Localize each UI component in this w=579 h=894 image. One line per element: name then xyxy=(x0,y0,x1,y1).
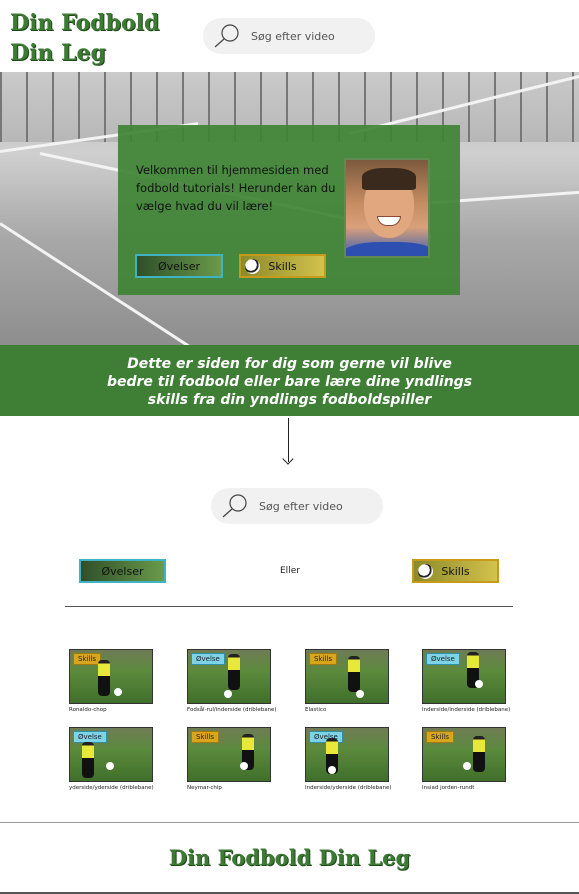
football-icon xyxy=(418,564,433,579)
ball-figure xyxy=(106,762,114,770)
video-thumbnail[interactable]: Skills xyxy=(305,649,389,704)
hero-skills-button[interactable]: Skills xyxy=(239,254,326,278)
footer-title: Din Fodbold Din Leg xyxy=(168,845,411,870)
search-icon xyxy=(209,18,243,54)
ball-figure xyxy=(475,680,483,688)
video-thumbnail[interactable]: Øvelse xyxy=(305,727,389,782)
footer-divider xyxy=(0,822,579,823)
video-thumbnail[interactable]: Øvelse xyxy=(422,649,506,704)
header-search-input[interactable]: Søg efter video xyxy=(251,30,335,43)
player-figure xyxy=(98,660,110,696)
video-caption[interactable]: Inderside/inderside (driblebane) xyxy=(422,707,510,713)
video-caption[interactable]: Insiad jorden-rundt xyxy=(422,785,474,791)
ball-figure xyxy=(240,762,248,770)
player-figure xyxy=(348,656,360,692)
category-ovelser-button[interactable]: Øvelser xyxy=(79,559,166,583)
or-text: Eller xyxy=(280,566,300,576)
video-tag: Øvelse xyxy=(426,653,460,665)
ball-figure xyxy=(356,690,364,698)
photo-hair xyxy=(362,168,416,190)
video-caption[interactable]: Elastico xyxy=(305,707,326,713)
ball-figure xyxy=(328,766,336,774)
hero-skills-label: Skills xyxy=(268,259,297,273)
video-thumbnail[interactable]: Skills xyxy=(187,727,271,782)
video-thumbnail[interactable]: Skills xyxy=(69,649,153,704)
player-figure xyxy=(473,736,485,772)
video-caption[interactable]: Fodsål-rul/inderside (driblebane) xyxy=(187,707,277,713)
video-caption[interactable]: Inderside/yderside (driblebane) xyxy=(305,785,391,791)
header-search-bar[interactable]: Søg efter video xyxy=(203,18,375,54)
section-divider xyxy=(65,606,513,607)
ball-figure xyxy=(463,762,471,770)
logo-line-1: Din Fodbold xyxy=(10,10,160,36)
banner-line-3: skills fra din yndlings fodboldspiller xyxy=(147,392,432,408)
welcome-text: Velkommen til hjemmesiden med fodbold tu… xyxy=(136,163,336,213)
video-thumbnail[interactable]: Øvelse xyxy=(187,649,271,704)
player-figure xyxy=(82,742,94,778)
hero-ovelser-label: Øvelser xyxy=(157,259,200,273)
video-caption[interactable]: Neymar-chip xyxy=(187,785,222,791)
video-search-input[interactable]: Søg efter video xyxy=(259,500,343,513)
video-search-bar[interactable]: Søg efter video xyxy=(211,488,383,524)
video-thumbnail[interactable]: Skills xyxy=(422,727,506,782)
hero-ovelser-button[interactable]: Øvelser xyxy=(135,254,223,278)
video-caption[interactable]: Ronaldo-chop xyxy=(69,707,107,713)
video-thumbnail[interactable]: Øvelse xyxy=(69,727,153,782)
video-tag: Skills xyxy=(309,653,337,665)
category-skills-label: Skills xyxy=(441,564,470,578)
site-logo[interactable]: Din Fodbold Din Leg xyxy=(10,8,159,68)
scroll-down-arrow-icon[interactable] xyxy=(288,418,289,462)
video-tag: Skills xyxy=(191,731,219,743)
player-figure xyxy=(228,654,240,690)
ball-figure xyxy=(224,690,232,698)
banner-line-2: bedre til fodbold eller bare lære dine y… xyxy=(106,374,473,390)
profile-photo xyxy=(344,158,430,258)
photo-shirt xyxy=(346,242,428,256)
ball-figure xyxy=(114,688,122,696)
video-caption[interactable]: yderside/yderside (driblebane) xyxy=(69,785,154,791)
football-icon xyxy=(245,259,260,274)
welcome-overlay: Velkommen til hjemmesiden med fodbold tu… xyxy=(118,125,460,295)
category-skills-button[interactable]: Skills xyxy=(412,559,499,583)
category-ovelser-label: Øvelser xyxy=(101,564,144,578)
video-tag: Øvelse xyxy=(191,653,225,665)
banner-line-1: Dette er siden for dig som gerne vil bli… xyxy=(127,356,452,372)
search-icon xyxy=(217,488,251,524)
logo-line-2: Din Leg xyxy=(10,40,106,66)
intro-banner: Dette er siden for dig som gerne vil bli… xyxy=(0,345,579,416)
video-tag: Skills xyxy=(73,653,101,665)
video-tag: Skills xyxy=(426,731,454,743)
hero-section: Velkommen til hjemmesiden med fodbold tu… xyxy=(0,72,579,345)
